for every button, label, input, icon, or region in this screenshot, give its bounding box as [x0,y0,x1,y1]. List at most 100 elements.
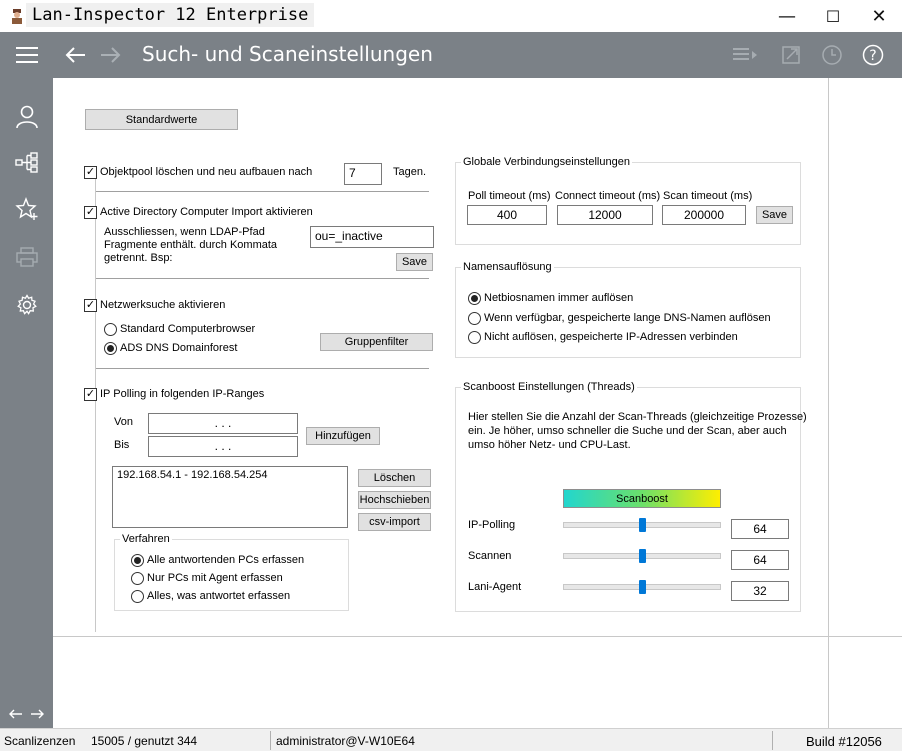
scan-threads-label: Scannen [468,550,512,562]
network-search-standard-radio[interactable] [104,323,117,336]
objectpool-checkbox[interactable]: ✓ [84,166,97,179]
poll-timeout-input[interactable]: 400 [467,205,547,225]
back-arrow-icon[interactable] [60,32,90,78]
forward-arrow-icon[interactable] [96,32,126,78]
method-all-responding-radio[interactable] [131,554,144,567]
minimize-button[interactable]: — [764,0,810,32]
ip-polling-slider-thumb[interactable] [638,518,646,532]
close-button[interactable]: ✕ [856,0,902,32]
help-icon[interactable]: ? [857,32,889,78]
ip-to-input[interactable]: . . . [148,436,298,457]
page-title: Such- und Scaneinstellungen [142,42,433,66]
objectpool-days-unit: Tagen. [393,166,427,178]
network-search-checkbox[interactable]: ✓ [84,299,97,312]
left-guide-line [95,174,96,632]
resolve-netbios-radio[interactable] [468,292,481,305]
ip-to-label: Bis [114,439,130,451]
method-agent-only-radio[interactable] [131,572,144,585]
right-guide-line [828,78,829,728]
clock-icon[interactable] [816,32,848,78]
licenses-value: 15005 / genutzt 344 [91,734,198,748]
defaults-button[interactable]: Standardwerte [85,109,238,130]
global-connection-group [455,162,801,245]
printer-icon[interactable] [0,234,53,280]
scanboost-desc-line2: ein. Je höher, umso schneller die Suche … [468,425,787,437]
separator [96,191,429,192]
ip-polling-threads-input[interactable]: 64 [731,519,789,539]
network-tree-icon[interactable] [0,140,53,186]
global-connection-title: Globale Verbindungseinstellungen [461,156,632,168]
csv-import-button[interactable]: csv-import [358,513,431,531]
agent-slider-thumb[interactable] [638,580,646,594]
app-icon [12,9,22,24]
scan-threads-input[interactable]: 64 [731,550,789,570]
scanboost-desc-line1: Hier stellen Sie die Anzahl der Scan-Thr… [468,411,807,423]
ip-from-label: Von [114,416,133,428]
bottom-guide-line [53,636,902,637]
network-search-standard-label: Standard Computerbrowser [120,323,256,335]
scan-timeout-label: Scan timeout (ms) [663,190,753,202]
active-directory-checkbox[interactable]: ✓ [84,206,97,219]
resolve-netbios-label: Netbiosnamen immer auflösen [484,292,634,304]
method-everything-label: Alles, was antwortet erfassen [147,590,291,602]
network-search-label: Netzwerksuche aktivieren [100,299,226,311]
network-search-ads-radio[interactable] [104,342,117,355]
status-divider [270,731,271,750]
objectpool-days-input[interactable]: 7 [344,163,382,185]
ad-save-button[interactable]: Save [396,253,433,271]
current-user: administrator@V-W10E64 [276,734,415,748]
active-directory-label: Active Directory Computer Import aktivie… [100,206,313,218]
ad-exclude-text-line1: Ausschliessen, wenn LDAP-Pfad [104,226,265,238]
ad-exclude-input[interactable]: ou=_inactive [310,226,434,248]
network-search-ads-label: ADS DNS Domainforest [120,342,238,354]
sidebar-collapse-arrows-icon[interactable] [0,702,53,726]
svg-text:?: ? [869,48,876,64]
list-item[interactable]: 192.168.54.1 - 192.168.54.254 [117,469,343,481]
ip-range-list[interactable]: 192.168.54.1 - 192.168.54.254 [112,466,348,528]
hamburger-menu-icon[interactable] [6,32,50,78]
connect-timeout-input[interactable]: 12000 [557,205,653,225]
status-bar: Scanlizenzen 15005 / genutzt 344 adminis… [0,728,902,751]
export-icon[interactable] [776,32,808,78]
separator [96,368,429,369]
resolve-none-radio[interactable] [468,331,481,344]
settings-content: Standardwerte ✓ Objektpool löschen und n… [53,78,902,728]
agent-threads-label: Lani-Agent [468,581,522,593]
method-group-title: Verfahren [120,533,172,545]
group-filter-button[interactable]: Gruppenfilter [320,333,433,351]
connect-timeout-label: Connect timeout (ms) [555,190,661,202]
scanboost-title: Scanboost Einstellungen (Threads) [461,381,637,393]
ad-exclude-text-line3: getrennt. Bsp: [104,252,173,264]
ip-add-button[interactable]: Hinzufügen [306,427,380,445]
list-view-icon[interactable] [730,32,762,78]
window-title: Lan-Inspector 12 Enterprise [26,3,315,27]
method-everything-radio[interactable] [131,590,144,603]
resolve-dns-label: Wenn verfügbar, gespeicherte lange DNS-N… [484,312,771,324]
separator [96,278,429,279]
user-icon[interactable] [0,94,53,140]
resolve-dns-radio[interactable] [468,312,481,325]
build-number: Build #12056 [806,734,882,749]
resolve-none-label: Nicht auflösen, gespeicherte IP-Adressen… [484,331,738,343]
licenses-label: Scanlizenzen [4,734,76,748]
ip-from-input[interactable]: . . . [148,413,298,434]
gear-icon[interactable] [0,282,53,328]
ip-move-up-button[interactable]: Hochschieben [358,491,431,509]
title-bar: Lan-Inspector 12 Enterprise — ☐ ✕ [0,0,902,32]
agent-threads-input[interactable]: 32 [731,581,789,601]
ip-polling-checkbox[interactable]: ✓ [84,388,97,401]
ip-delete-button[interactable]: Löschen [358,469,431,487]
scanboost-desc-line3: umso höher Netz- und CPU-Last. [468,439,631,451]
sidebar [0,78,53,728]
star-add-icon[interactable] [0,186,53,232]
name-resolution-title: Namensauflösung [461,261,554,273]
poll-timeout-label: Poll timeout (ms) [468,190,551,202]
method-agent-only-label: Nur PCs mit Agent erfassen [147,572,283,584]
global-connection-save-button[interactable]: Save [756,206,793,224]
maximize-button[interactable]: ☐ [810,0,856,32]
ip-polling-threads-label: IP-Polling [468,519,516,531]
header-bar: Such- und Scaneinstellungen ? [0,32,902,78]
scan-slider-thumb[interactable] [638,549,646,563]
scan-timeout-input[interactable]: 200000 [662,205,746,225]
method-all-responding-label: Alle antwortenden PCs erfassen [147,554,305,566]
